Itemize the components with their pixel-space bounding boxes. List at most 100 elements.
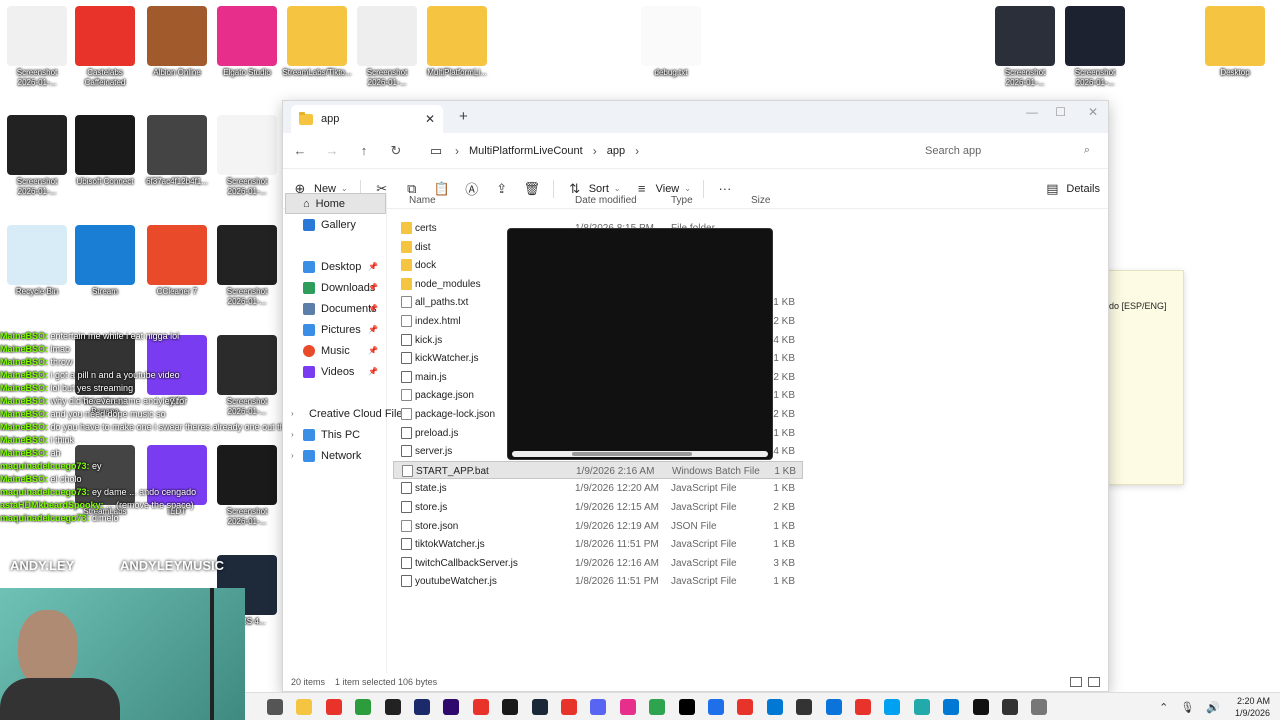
taskbar-app-icon[interactable]	[472, 699, 489, 715]
taskbar-app-icon[interactable]	[443, 699, 460, 715]
desktop-icon-17[interactable]: CCleaner 7	[140, 225, 214, 297]
desktop-icon-2[interactable]: Albion Online	[140, 6, 214, 78]
file-row[interactable]: tiktokWatcher.js 1/8/2026 11:51 PM JavaScr…	[393, 535, 803, 554]
sidebar-item-gallery[interactable]: Gallery	[283, 214, 386, 235]
column-type[interactable]: Type	[671, 195, 693, 206]
desktop-icon-14[interactable]: Screenshot 2026-01-...	[210, 115, 284, 197]
taskbar-app-icon[interactable]	[649, 699, 666, 715]
up-icon[interactable]: ↑	[355, 143, 373, 158]
desktop-icon-18[interactable]: Screenshot 2026-01-...	[210, 225, 284, 307]
taskbar-app-icon[interactable]	[708, 699, 724, 715]
taskbar-app-icon[interactable]	[855, 699, 871, 715]
taskbar-app-icon[interactable]	[414, 699, 430, 715]
taskbar-app-icon[interactable]	[913, 699, 930, 715]
horizontal-scrollbar[interactable]	[512, 451, 768, 457]
taskbar-app-icon[interactable]	[737, 699, 754, 715]
taskbar-app-icon[interactable]	[561, 699, 577, 715]
taskbar-app-icon[interactable]	[766, 699, 783, 715]
breadcrumb[interactable]: ▭ › MultiPlatformLiveCount › app ›	[419, 138, 901, 164]
maximize-icon[interactable]: ☐	[1055, 105, 1066, 119]
desktop-icon-16[interactable]: Stream	[68, 225, 142, 297]
scrollbar-thumb[interactable]	[572, 452, 692, 456]
file-row[interactable]: state.js 1/9/2026 12:20 AM JavaScript File…	[393, 479, 803, 498]
column-size[interactable]: Size	[751, 195, 770, 206]
new-tab-icon[interactable]: +	[459, 108, 468, 125]
sidebar-item-documents[interactable]: Documents 📌	[283, 298, 386, 319]
desktop-icon-3[interactable]: Elgato Studio	[210, 6, 284, 78]
home-icon: ⌂	[303, 197, 310, 210]
desktop-icon-9[interactable]: Screenshot 2026-01-...	[1058, 6, 1132, 88]
close-window-icon[interactable]: ✕	[1088, 105, 1098, 119]
taskbar-app-icon[interactable]	[825, 699, 842, 715]
volume-icon[interactable]: 🔊	[1206, 701, 1220, 714]
desktop-icon-10[interactable]: Desktop	[1198, 6, 1272, 78]
breadcrumb-item-multiplatformlivecount[interactable]: MultiPlatformLiveCount	[469, 145, 583, 157]
details-button[interactable]: ▤ Details	[1043, 181, 1100, 197]
desktop-icon-7[interactable]: debug.txt	[634, 6, 708, 78]
taskbar-app-icon[interactable]	[943, 699, 960, 715]
taskbar-app-icon[interactable]	[296, 699, 313, 715]
sidebar-item-network[interactable]: › Network	[283, 445, 386, 466]
desktop-icon-15[interactable]: Recycle Bin	[0, 225, 74, 297]
file-name: kick.js	[415, 334, 443, 346]
taskbar-app-icon[interactable]	[678, 699, 695, 715]
taskbar-app-icon[interactable]	[502, 699, 519, 715]
file-row[interactable]: youtubeWatcher.js 1/8/2026 11:51 PM JavaSc…	[393, 572, 803, 591]
desktop-icon-5[interactable]: Screenshot 2026-01-...	[350, 6, 424, 88]
file-row[interactable]: twitchCallbackServer.js 1/9/2026 12:16 AM…	[393, 554, 803, 573]
taskbar-app-icon[interactable]	[619, 699, 636, 715]
microphone-icon[interactable]: 🎙	[1180, 701, 1194, 714]
taskbar-app-icon[interactable]	[1031, 699, 1048, 715]
file-row[interactable]: store.js 1/9/2026 12:15 AM JavaScript File…	[393, 498, 803, 517]
js-file-icon	[401, 500, 412, 513]
title-bar[interactable]: app ✕ + — ☐ ✕	[283, 101, 1108, 133]
sidebar-item-videos[interactable]: Videos 📌	[283, 361, 386, 382]
sidebar-item-home[interactable]: ⌂ Home	[285, 193, 386, 214]
desktop-icon-1[interactable]: Castelabs Caffeinated	[68, 6, 142, 88]
desktop-icon-13[interactable]: 6f37ac4f12b4f1...	[140, 115, 214, 187]
taskbar-app-icon[interactable]	[590, 699, 607, 715]
taskbar-app-icon[interactable]	[355, 699, 372, 715]
chevron-up-icon[interactable]: ⌃	[1159, 701, 1168, 714]
sidebar-item-this-pc[interactable]: › This PC	[283, 424, 386, 445]
file-row[interactable]: START_APP.bat 1/9/2026 2:16 AM Windows Bat…	[393, 460, 803, 480]
desktop-icon-4[interactable]: StreamLabs/Tikto...	[280, 6, 354, 78]
sidebar-item-desktop[interactable]: Desktop 📌	[283, 256, 386, 277]
app-console-window[interactable]	[507, 228, 773, 460]
breadcrumb-item-app[interactable]: app	[607, 145, 625, 157]
desktop-icon-6[interactable]: MultiPlatformLi...	[420, 6, 494, 78]
file-row[interactable]: store.json 1/9/2026 12:19 AM JSON File 1 KB	[393, 517, 803, 536]
sidebar-item-pictures[interactable]: Pictures 📌	[283, 319, 386, 340]
back-icon[interactable]: ←	[291, 143, 309, 158]
desktop-icon-8[interactable]: Screenshot 2026-01-...	[988, 6, 1062, 88]
taskbar-app-icon[interactable]	[325, 699, 342, 715]
close-tab-icon[interactable]: ✕	[425, 112, 435, 126]
notepad-window[interactable]: do [ESP/ENG]	[1108, 270, 1184, 485]
sidebar-item-music[interactable]: Music 📌	[283, 340, 386, 361]
refresh-icon[interactable]: ↻	[387, 143, 405, 159]
column-name[interactable]: Name	[409, 195, 436, 206]
search-input[interactable]: Search app ⌕	[915, 138, 1100, 164]
forward-icon[interactable]: →	[323, 143, 341, 158]
taskbar-app-icon[interactable]	[796, 699, 813, 715]
details-view-icon[interactable]	[1070, 677, 1082, 687]
sidebar-item-downloads[interactable]: Downloads 📌	[283, 277, 386, 298]
chat-text: ah	[50, 448, 61, 458]
taskbar-app-icon[interactable]	[384, 699, 401, 715]
taskbar-app-icon[interactable]	[1002, 699, 1018, 715]
taskbar-app-icon[interactable]	[884, 699, 901, 715]
taskbar-app-icon[interactable]	[267, 699, 283, 715]
desktop-icon-11[interactable]: Screenshot 2026-01-...	[0, 115, 74, 197]
column-date-modified[interactable]: Date modified	[575, 195, 637, 206]
clock[interactable]: 2:20 AM 1/9/2026	[1235, 695, 1270, 719]
file-icon	[401, 314, 412, 327]
tiles-view-icon[interactable]	[1088, 677, 1100, 687]
desktop-icon-0[interactable]: Screenshot 2026-01-...	[0, 6, 74, 88]
tab-app[interactable]: app ✕	[291, 105, 443, 133]
minimize-icon[interactable]: —	[1026, 105, 1038, 119]
taskbar-app-icon[interactable]	[531, 699, 548, 715]
desktop-icon-12[interactable]: Ubisoft Connect	[68, 115, 142, 187]
desktop-icon-label: Screenshot 2026-01-...	[16, 68, 58, 87]
taskbar-app-icon[interactable]	[972, 699, 989, 715]
sidebar-item-creative-cloud[interactable]: › Creative Cloud File	[283, 403, 403, 424]
